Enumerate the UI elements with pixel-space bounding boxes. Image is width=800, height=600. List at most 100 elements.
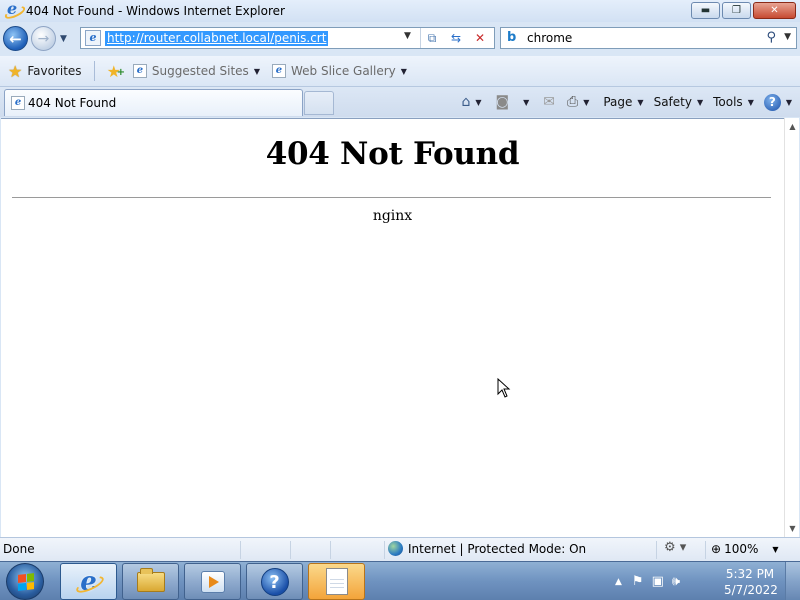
- zoom-icon: ⊕: [711, 542, 722, 556]
- scroll-up-icon[interactable]: ▲: [785, 119, 800, 134]
- search-input[interactable]: chrome: [527, 31, 572, 45]
- security-zone[interactable]: Internet | Protected Mode: On: [388, 541, 586, 556]
- help-icon: ?: [763, 93, 781, 111]
- action-center-flag-icon[interactable]: ⚑: [632, 574, 644, 589]
- clock-date: 5/7/2022: [724, 583, 778, 597]
- address-url[interactable]: http://router.collabnet.local/penis.crt: [105, 30, 329, 46]
- taskbar-help-and-support[interactable]: ?: [246, 563, 303, 600]
- chevron-down-icon: ▼: [400, 66, 407, 76]
- search-box[interactable]: b chrome ⚲ ▼: [500, 27, 797, 49]
- read-mail-button[interactable]: ✉: [543, 94, 555, 110]
- compatibility-view-icon[interactable]: ⧉: [424, 30, 440, 46]
- print-button[interactable]: ⎙ ▼: [567, 94, 589, 110]
- mail-icon: ✉: [543, 94, 555, 110]
- taskbar-notepad[interactable]: [308, 563, 365, 600]
- internet-globe-icon: [388, 541, 403, 556]
- safety-menu-label: Safety: [653, 95, 692, 109]
- tab-label: 404 Not Found: [28, 96, 117, 110]
- safety-menu[interactable]: Safety ▼: [654, 95, 704, 109]
- chevron-down-icon: ▼: [523, 97, 530, 107]
- internet-explorer-icon: [5, 0, 21, 19]
- volume-muted-icon[interactable]: 🕪: [672, 574, 680, 589]
- address-dropdown-icon[interactable]: ▼: [404, 31, 411, 41]
- server-name: nginx: [372, 208, 413, 224]
- chevron-down-icon: ▼: [583, 97, 590, 107]
- window-title: 404 Not Found - Windows Internet Explore…: [26, 4, 285, 18]
- internet-explorer-icon: e: [80, 566, 97, 597]
- rss-feed-icon: ◙: [495, 94, 510, 110]
- status-bar: Done Internet | Protected Mode: On ⚙ ▾ ⊕…: [0, 537, 800, 561]
- window-controls: ▬ ❐ ✕: [691, 2, 796, 19]
- add-to-favorites-bar-icon[interactable]: ★: [107, 62, 126, 81]
- chevron-down-icon: ▼: [785, 97, 792, 107]
- printer-icon: ⎙: [567, 94, 579, 110]
- address-divider: [420, 28, 421, 48]
- tab-404-not-found[interactable]: e 404 Not Found: [4, 89, 303, 116]
- show-hidden-icons-icon[interactable]: ▲: [615, 577, 622, 587]
- show-desktop-button[interactable]: [785, 562, 800, 600]
- media-player-icon: [200, 570, 225, 593]
- start-button[interactable]: [6, 563, 44, 600]
- status-divider: [290, 541, 291, 559]
- suggested-sites-button[interactable]: e Suggested Sites ▼: [129, 60, 264, 82]
- windows-logo-icon: [18, 573, 34, 591]
- new-tab-button[interactable]: [304, 91, 334, 115]
- taskbar-windows-explorer[interactable]: [122, 563, 179, 600]
- forward-arrow-icon: →: [37, 30, 50, 47]
- system-clock[interactable]: 5:32 PM 5/7/2022: [724, 566, 778, 598]
- status-divider: [705, 541, 706, 559]
- help-icon: ?: [260, 567, 289, 596]
- bing-icon: b: [507, 30, 517, 45]
- folder-icon: [136, 567, 165, 592]
- title-bar[interactable]: 404 Not Found - Windows Internet Explore…: [0, 0, 800, 22]
- command-bar: ⌂ ▼ ◙ ▼ ✉ ⎙ ▼ Page ▼ Safety ▼ Tools ▼ ? ▼: [451, 91, 792, 113]
- tab-favicon-icon: e: [11, 96, 25, 110]
- scroll-down-icon[interactable]: ▼: [785, 521, 800, 536]
- back-button[interactable]: ←: [3, 26, 28, 51]
- recent-pages-dropdown[interactable]: ▼: [60, 34, 67, 44]
- clock-time: 5:32 PM: [725, 567, 775, 581]
- help-menu[interactable]: ? ▼: [763, 93, 792, 111]
- zoom-control[interactable]: ⊕ 100% ▼: [711, 542, 779, 556]
- feeds-button[interactable]: ◙ ▼: [496, 94, 530, 110]
- stop-icon[interactable]: ✕: [472, 30, 488, 46]
- network-icon[interactable]: ▣: [652, 574, 664, 589]
- close-button[interactable]: ✕: [753, 2, 796, 19]
- system-tray: ▲ ⚑ ▣ 🕪: [615, 562, 688, 600]
- suggested-sites-label: Suggested Sites: [151, 64, 249, 78]
- chevron-down-icon: ▼: [637, 97, 644, 107]
- restore-button[interactable]: ❐: [722, 2, 751, 19]
- minimize-button[interactable]: ▬: [691, 2, 720, 19]
- address-bar[interactable]: e http://router.collabnet.local/penis.cr…: [80, 27, 495, 49]
- taskbar-media-player[interactable]: [184, 563, 241, 600]
- tools-menu-label: Tools: [713, 95, 743, 109]
- status-divider: [656, 541, 657, 559]
- page-menu[interactable]: Page ▼: [603, 95, 643, 109]
- web-slice-gallery-button[interactable]: e Web Slice Gallery ▼: [268, 60, 411, 82]
- forward-button[interactable]: →: [31, 26, 56, 51]
- page-viewport[interactable]: 404 Not Found nginx: [1, 118, 784, 537]
- page-favicon-icon: e: [85, 30, 101, 46]
- status-divider: [330, 541, 331, 559]
- web-slice-gallery-label: Web Slice Gallery: [290, 64, 396, 78]
- favorites-button[interactable]: ★ Favorites: [4, 60, 86, 82]
- search-icon[interactable]: ⚲: [766, 30, 776, 45]
- chevron-down-icon: ▼: [747, 97, 754, 107]
- vertical-scrollbar[interactable]: ▲ ▼: [784, 118, 799, 537]
- home-icon: ⌂: [461, 94, 471, 110]
- taskbar-internet-explorer[interactable]: e: [60, 563, 117, 600]
- favorites-label: Favorites: [27, 64, 82, 78]
- taskbar: e ? ▲ ⚑ ▣ 🕪 5:32 PM 5/7/2022: [0, 561, 800, 600]
- search-options-dropdown-icon[interactable]: ▼: [784, 32, 791, 42]
- status-divider: [240, 541, 241, 559]
- favorites-divider: [93, 61, 95, 81]
- refresh-icon[interactable]: ⇆: [448, 30, 464, 46]
- page-menu-label: Page: [603, 95, 633, 109]
- navigation-bar: ← → ▼ e http://router.collabnet.local/pe…: [0, 22, 800, 56]
- tab-row: e 404 Not Found ⌂ ▼ ◙ ▼ ✉ ⎙ ▼ Page ▼ Safety ▼…: [0, 87, 800, 117]
- home-button[interactable]: ⌂ ▼: [461, 94, 481, 110]
- status-text: Done: [3, 542, 35, 556]
- tools-menu[interactable]: Tools ▼: [713, 95, 754, 109]
- page-divider: [12, 197, 771, 198]
- protected-mode-icon[interactable]: ⚙ ▾: [664, 540, 686, 555]
